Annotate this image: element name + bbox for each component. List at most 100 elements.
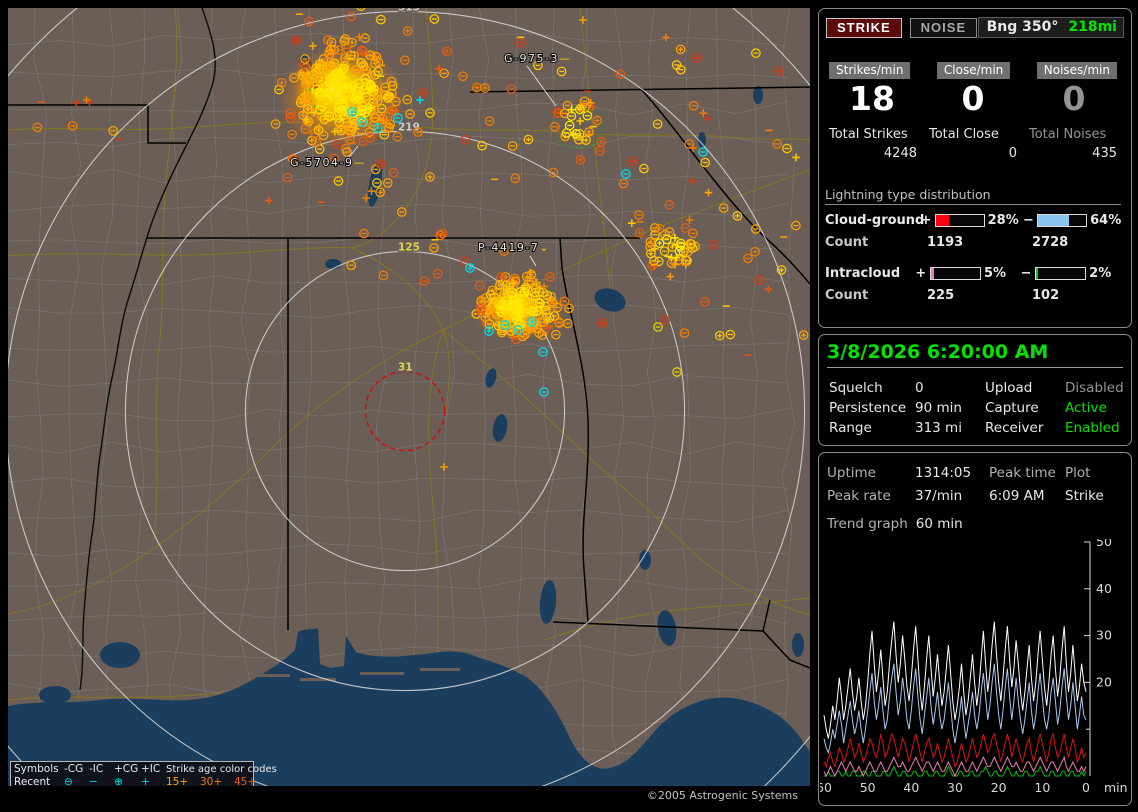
cg-minus-pct: 64%: [1090, 213, 1122, 228]
ic-minus-count: 102: [1032, 288, 1060, 303]
receiver-label: Receiver: [985, 420, 1044, 436]
upload-label: Upload: [985, 380, 1033, 396]
upload-status: Disabled: [1065, 380, 1124, 396]
x-tick-20: 20: [991, 780, 1007, 795]
legend-col-pcg: +CG: [114, 763, 139, 775]
ring-label-31: 31: [398, 361, 413, 373]
trend-series-total-strikes: [823, 621, 1087, 739]
uptime-value: 1314:05: [915, 465, 972, 481]
intracloud-row: Intracloud + 5% − 2%: [825, 266, 1125, 281]
y-tick-50: 50: [1096, 539, 1112, 549]
squelch-value: 0: [915, 380, 924, 396]
legend-symbols-label: Symbols: [14, 763, 59, 775]
peak-rate-value: 37/min: [915, 488, 963, 504]
peak-time-value: 6:09 AM: [989, 488, 1045, 504]
bearing-value: Bng 350°: [986, 19, 1059, 35]
peak-rate-label: Peak rate: [827, 488, 891, 504]
trend-series--cg: [823, 663, 1087, 755]
strikes-per-min-chip: Strikes/min: [829, 62, 911, 79]
total-noises-label: Total Noises: [1029, 127, 1107, 142]
strikes-per-min-value: 18: [849, 79, 895, 118]
ring-label-313: 313: [398, 8, 420, 13]
plus-sign: +: [915, 266, 927, 281]
total-strikes: Total Strikes 4248: [829, 127, 917, 161]
plus-sign: +: [920, 213, 932, 228]
copyright: ©2005 Astrogenic Systems: [8, 786, 810, 808]
lightning-map[interactable]: 31125219313G-975-3—G-5704-9—P-4419-7⌄ Sy…: [8, 8, 810, 804]
storm-label-P-4419-7: P-4419-7⌄: [478, 241, 550, 254]
strike-tab-button[interactable]: STRIKE: [826, 17, 902, 38]
bearing-display: Bng 350° 218mi: [977, 17, 1124, 38]
storm-label-G-5704-9: G-5704-9—: [290, 156, 366, 169]
ic-plus-pct: 5%: [983, 266, 1007, 281]
minus-sign: −: [1022, 213, 1034, 228]
legend-age-header: Strike age color codes: [166, 764, 277, 775]
uptime-label: Uptime: [827, 465, 876, 481]
ic-minus-pct: 2%: [1089, 266, 1112, 281]
ic-plus-bar: [929, 267, 981, 280]
plot-type-value: Strike: [1065, 488, 1104, 504]
trend-graph-value: 60 min: [915, 516, 963, 532]
intracloud-label: Intracloud: [825, 266, 901, 281]
receiver-status: Enabled: [1065, 420, 1120, 436]
capture-status: Active: [1065, 400, 1107, 416]
x-tick-60: 60: [820, 780, 832, 795]
legend-col-pic: +IC: [141, 763, 161, 775]
trend-graph-label: Trend graph: [827, 516, 908, 532]
range-value: 313 mi: [915, 420, 962, 436]
cg-minus-count: 2728: [1032, 235, 1069, 250]
ic-plus-count: 225: [927, 288, 955, 303]
y-tick-20: 20: [1096, 674, 1112, 689]
persistence-label: Persistence: [829, 400, 907, 416]
total-noises: Total Noises 435: [1029, 127, 1117, 161]
total-close-label: Total Close: [929, 127, 999, 142]
squelch-label: Squelch: [829, 380, 883, 396]
ring-label-125: 125: [398, 241, 420, 253]
cloud-ground-row: Cloud-ground + 28% − 64%: [825, 213, 1125, 228]
ic-minus-bar: [1035, 267, 1087, 280]
total-noises-value: 435: [1092, 146, 1117, 161]
x-tick-0: 0: [1082, 780, 1090, 795]
cg-plus-pct: 28%: [987, 213, 1019, 228]
strike-stats-panel: STRIKE NOISE Bng 350° 218mi Strikes/min …: [818, 8, 1132, 328]
count-label: Count: [825, 288, 869, 303]
x-axis-unit: min: [1104, 780, 1128, 795]
y-tick-40: 40: [1096, 581, 1112, 596]
status-panel: 3/8/2026 6:20:00 AM Squelch 0 Upload Dis…: [818, 334, 1132, 446]
close-per-min-chip: Close/min: [936, 62, 1011, 79]
total-close: Total Close 0: [929, 127, 1017, 161]
intracloud-counts: Count 225 102: [825, 288, 1125, 303]
session-panel: Uptime 1314:05 Peak time Plot Peak rate …: [818, 452, 1132, 806]
plot-label: Plot: [1065, 465, 1091, 481]
legend-header-row: Symbols -CG -IC +CG +IC Strike age color…: [14, 763, 277, 776]
storm-label-G-975-3: G-975-3—: [504, 52, 571, 65]
distribution-title: Lightning type distribution: [825, 187, 1121, 205]
datetime-display: 3/8/2026 6:20:00 AM: [827, 341, 1123, 368]
peak-time-label: Peak time: [989, 465, 1056, 481]
close-per-min-value: 0: [961, 79, 985, 118]
noises-per-min-value: 0: [1062, 79, 1086, 118]
minus-sign: −: [1020, 266, 1032, 281]
y-tick-30: 30: [1096, 628, 1112, 643]
persistence-value: 90 min: [915, 400, 962, 416]
noises-per-min-chip: Noises/min: [1036, 62, 1117, 79]
x-tick-50: 50: [860, 780, 876, 795]
cg-plus-count: 1193: [927, 235, 964, 250]
cg-minus-bar: [1037, 214, 1088, 227]
cg-plus-bar: [934, 214, 985, 227]
cloud-ground-label: Cloud-ground: [825, 213, 925, 228]
total-strikes-value: 4248: [883, 146, 917, 161]
total-close-value: 0: [1008, 146, 1017, 161]
distance-value: 218mi: [1068, 19, 1117, 35]
noise-tab-button[interactable]: NOISE: [909, 17, 978, 38]
total-strikes-label: Total Strikes: [829, 127, 908, 142]
x-tick-30: 30: [947, 780, 963, 795]
trend-graph: 20 30 40 50 60 50 40 30 20 10 0 min: [820, 539, 1128, 795]
capture-label: Capture: [985, 400, 1039, 416]
legend-col-ncg: -CG: [64, 763, 84, 775]
x-tick-10: 10: [1034, 780, 1050, 795]
trend-series-+cg: [823, 732, 1087, 769]
map-canvas[interactable]: 31125219313G-975-3—G-5704-9—P-4419-7⌄: [8, 8, 810, 786]
count-label: Count: [825, 235, 869, 250]
range-label: Range: [829, 420, 872, 436]
